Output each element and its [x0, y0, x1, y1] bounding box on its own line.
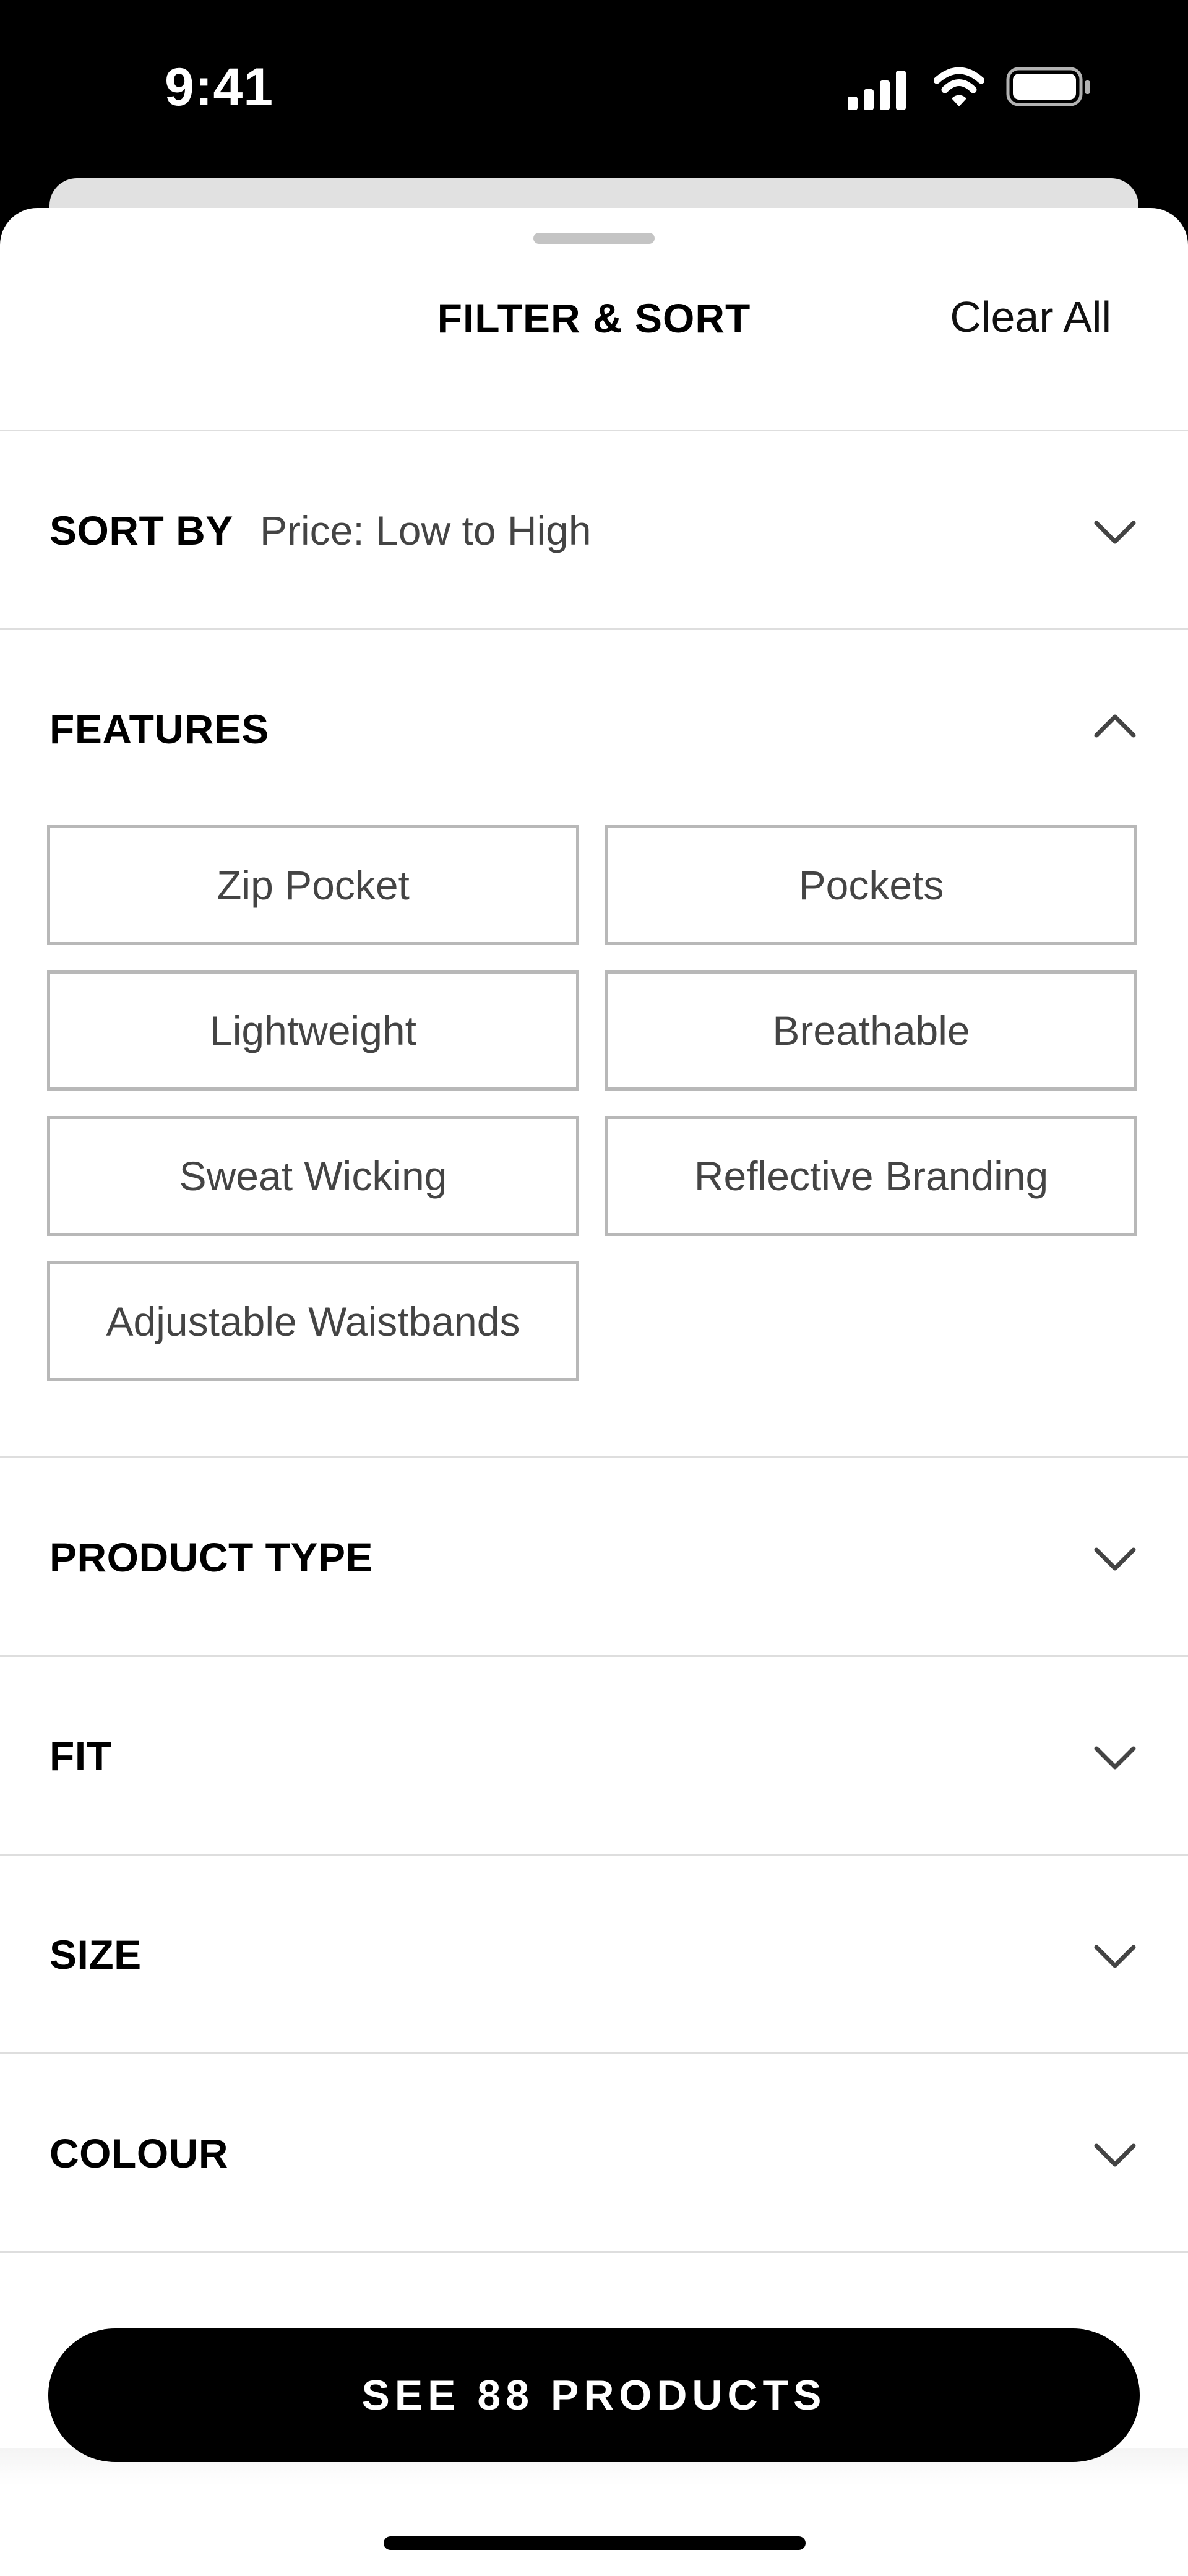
battery-icon: [1006, 67, 1090, 106]
feature-chip[interactable]: Pockets: [605, 825, 1137, 945]
features-header[interactable]: FEATURES: [0, 630, 1188, 816]
sort-by-label: SORT BY: [50, 508, 233, 553]
sort-by-value: Price: Low to High: [260, 508, 592, 553]
feature-chip[interactable]: Adjustable Waistbands: [47, 1261, 579, 1381]
divider: [0, 2251, 1188, 2253]
chevron-down-icon: [1094, 521, 1136, 544]
feature-chip[interactable]: Breathable: [605, 970, 1137, 1091]
section-product-type[interactable]: PRODUCT TYPE: [0, 1458, 1188, 1655]
home-indicator: [384, 2536, 806, 2550]
section-size[interactable]: SIZE: [0, 1856, 1188, 2052]
features-label: FEATURES: [50, 706, 269, 752]
sort-by-row[interactable]: SORT BY Price: Low to High: [0, 431, 1188, 628]
section-label: COLOUR: [50, 2130, 228, 2176]
section-label: FIT: [50, 1733, 112, 1779]
feature-chip[interactable]: Lightweight: [47, 970, 579, 1091]
section-label: SIZE: [50, 1932, 142, 1977]
chevron-down-icon: [1094, 1945, 1136, 1968]
feature-chip[interactable]: Zip Pocket: [47, 825, 579, 945]
see-products-button[interactable]: SEE 88 PRODUCTS: [48, 2328, 1140, 2462]
clear-all-button[interactable]: Clear All: [950, 292, 1111, 342]
chevron-down-icon: [1094, 2143, 1136, 2167]
status-bar: 9:41: [0, 0, 1188, 179]
filter-sheet: FILTER & SORT Clear All SORT BY Price: L…: [0, 208, 1188, 2576]
section-colour[interactable]: COLOUR: [0, 2054, 1188, 2251]
signal-icon: [848, 71, 906, 110]
chevron-up-icon: [1094, 714, 1136, 738]
wifi-icon: [934, 67, 984, 106]
section-fit[interactable]: FIT: [0, 1657, 1188, 1854]
status-icons: [848, 62, 1095, 118]
chevron-down-icon: [1094, 1547, 1136, 1571]
status-time: 9:41: [165, 58, 274, 117]
feature-chip[interactable]: Sweat Wicking: [47, 1116, 579, 1236]
section-label: PRODUCT TYPE: [50, 1534, 374, 1580]
feature-chip[interactable]: Reflective Branding: [605, 1116, 1137, 1236]
sheet-grabber[interactable]: [533, 233, 655, 244]
chevron-down-icon: [1094, 1746, 1136, 1770]
